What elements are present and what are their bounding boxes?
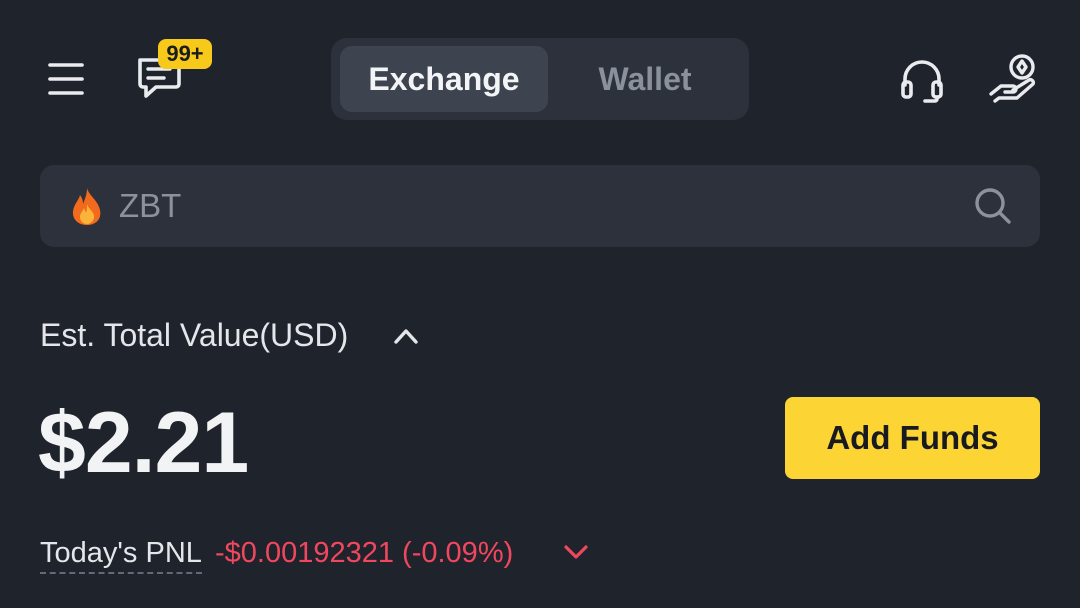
headset-icon xyxy=(901,60,943,103)
fire-icon xyxy=(72,188,101,225)
notification-badge: 99+ xyxy=(158,39,212,69)
exchange-wallet-switch: Exchange Wallet xyxy=(331,38,749,120)
todays-pnl-label[interactable]: Today's PNL xyxy=(40,536,202,574)
promotions-button[interactable] xyxy=(986,50,1042,108)
support-button[interactable] xyxy=(894,52,950,108)
estimated-total-value-label: Est. Total Value(USD) xyxy=(40,317,349,353)
tab-exchange[interactable]: Exchange xyxy=(340,46,548,112)
total-balance-amount: $2.21 xyxy=(38,395,249,491)
add-funds-button[interactable]: Add Funds xyxy=(785,397,1040,479)
hamburger-menu-icon xyxy=(48,63,84,95)
chevron-up-icon[interactable] xyxy=(392,322,420,350)
chevron-down-icon[interactable] xyxy=(562,538,590,566)
search-bar[interactable]: ZBT xyxy=(40,165,1040,247)
tab-wallet[interactable]: Wallet xyxy=(555,46,735,112)
todays-pnl-value: -$0.00192321 (-0.09%) xyxy=(215,537,514,569)
exchange-home-screen: 99+ Exchange Wallet ZBT Est. Total Value… xyxy=(0,0,1080,608)
hand-coin-icon xyxy=(989,54,1035,103)
search-icon[interactable] xyxy=(974,187,1012,225)
menu-button[interactable] xyxy=(40,54,92,104)
search-placeholder: ZBT xyxy=(119,187,182,224)
